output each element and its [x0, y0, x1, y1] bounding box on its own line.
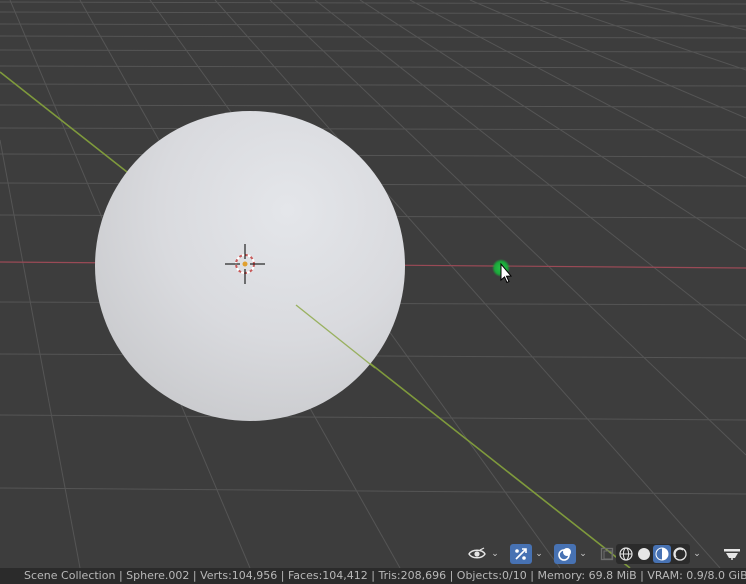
status-bar-text: Scene Collection | Sphere.002 | Verts:10… [24, 569, 746, 582]
gizmo-icon [515, 548, 527, 560]
solid-shading-icon [638, 548, 650, 560]
3d-viewport[interactable]: ⌄ ⌄ ⌄ ⌄ [0, 0, 746, 568]
overlays-toggle-button[interactable] [554, 544, 576, 564]
gizmo-dropdown-caret[interactable]: ⌄ [532, 544, 546, 564]
navigation-gizmo-button[interactable] [722, 545, 742, 563]
xray-toggle-button[interactable] [598, 544, 616, 564]
camera-navigation-icon [724, 549, 740, 560]
rendered-shading-icon [673, 547, 687, 561]
overlays-dropdown-caret[interactable]: ⌄ [576, 544, 590, 564]
viewport-header-toolbar: ⌄ ⌄ ⌄ ⌄ [466, 543, 704, 565]
sphere-object [95, 111, 405, 421]
xray-icon [600, 547, 614, 561]
wireframe-shading-icon [619, 547, 633, 561]
gizmo-toggle-button[interactable] [510, 544, 532, 564]
object-visibility-button[interactable] [466, 544, 488, 564]
eye-icon [468, 547, 486, 559]
rendered-shading-button[interactable] [671, 545, 689, 563]
shading-mode-group [616, 544, 690, 564]
blender-3d-viewport-window: ⌄ ⌄ ⌄ ⌄ Scene Collection | Sphere.002 | … [0, 0, 746, 584]
solid-shading-button[interactable] [635, 545, 653, 563]
overlay-icon [558, 548, 571, 561]
visibility-dropdown-caret[interactable]: ⌄ [488, 544, 502, 564]
status-bar: Scene Collection | Sphere.002 | Verts:10… [0, 568, 746, 584]
viewport-canvas[interactable] [0, 0, 746, 568]
wireframe-shading-button[interactable] [617, 545, 635, 563]
material-shading-icon [655, 547, 669, 561]
mouse-pointer-icon [492, 259, 513, 284]
shading-options-caret[interactable]: ⌄ [690, 544, 704, 564]
material-preview-shading-button[interactable] [653, 545, 671, 563]
